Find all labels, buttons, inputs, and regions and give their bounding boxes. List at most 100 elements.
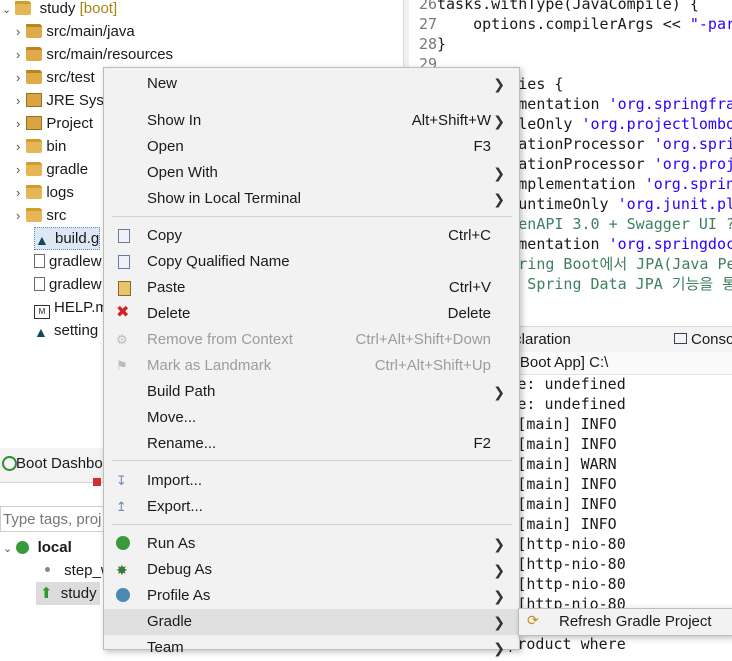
stop-icon[interactable] (93, 478, 101, 486)
code-string: 'org.sprin (645, 175, 732, 193)
menu-item-label: Remove from Context (147, 327, 293, 353)
explorer-item[interactable]: › gradle (16, 158, 88, 181)
menu-item-team[interactable]: Team❯ (104, 635, 519, 661)
explorer-item[interactable]: ›src/main/resources (16, 43, 173, 66)
menu-item-delete[interactable]: ✖DeleteDelete (104, 301, 519, 327)
paste-icon (118, 281, 131, 296)
menu-item-new[interactable]: New❯ (104, 71, 519, 97)
menu-item-export[interactable]: ↥Export... (104, 494, 519, 520)
explorer-item[interactable]: ›bin (16, 135, 66, 158)
chevron-right-icon[interactable]: › (16, 185, 20, 200)
menu-item-paste[interactable]: PasteCtrl+V (104, 275, 519, 301)
menu-item-profile-as[interactable]: Profile As❯ (104, 583, 519, 609)
menu-item-label: Open (147, 134, 184, 160)
code-line: 26tasks.withType(JavaCompile) { (409, 0, 699, 14)
explorer-item[interactable]: ›src (16, 204, 66, 227)
explorer-item[interactable]: ›src/main/java (16, 20, 135, 43)
boot-dashboard-title[interactable]: Boot Dashbo (16, 455, 103, 472)
chevron-right-icon: ❯ (493, 160, 505, 186)
spring-boot-icon (16, 541, 29, 554)
chevron-right-icon: ❯ (493, 557, 505, 583)
explorer-item[interactable]: ▲setting (34, 319, 98, 342)
explorer-item[interactable]: › Project (16, 112, 93, 135)
line-number: 28 (409, 34, 437, 54)
gradle-elephant-icon: ▲ (35, 230, 51, 244)
menu-item-remove-from-context[interactable]: ⚙Remove from ContextCtrl+Alt+Shift+Down (104, 327, 519, 353)
chevron-right-icon: ❯ (493, 531, 505, 557)
chevron-right-icon[interactable]: › (16, 24, 20, 39)
chevron-right-icon[interactable]: › (16, 47, 20, 62)
chevron-right-icon: ❯ (493, 186, 505, 212)
menu-item-import[interactable]: ↧Import... (104, 468, 519, 494)
gradle-elephant-icon: ▲ (34, 321, 50, 335)
folder-icon (26, 185, 42, 199)
profile-icon (116, 588, 130, 602)
explorer-item[interactable]: gradlew (34, 250, 102, 273)
menu-item-label: Team (147, 635, 184, 661)
chevron-right-icon[interactable]: › (16, 162, 20, 177)
menu-item-label: Import... (147, 468, 202, 494)
code-string: 'org.projectlombo (582, 115, 732, 133)
code-text: tasks.withType(JavaCompile) { (437, 0, 699, 13)
menu-item-rename[interactable]: Rename...F2 (104, 431, 519, 457)
explorer-item-label: gradlew (49, 276, 102, 293)
boot-local-node[interactable]: ⌄ local (3, 536, 72, 559)
line-number: 26 (409, 0, 437, 14)
chevron-right-icon[interactable]: › (16, 208, 20, 223)
tab-console[interactable]: Conso (674, 330, 732, 350)
chevron-right-icon[interactable]: › (16, 139, 20, 154)
menu-item-gradle[interactable]: Gradle❯ (104, 609, 519, 635)
local-label: local (38, 539, 72, 556)
chevron-right-icon[interactable]: › (16, 116, 20, 131)
refresh-gradle-project-item[interactable]: Refresh Gradle Project (559, 612, 712, 632)
explorer-item[interactable]: ▲build.g (34, 227, 100, 250)
menu-item-label: Gradle (147, 609, 192, 635)
boot-app-step[interactable]: step_w (45, 559, 112, 582)
menu-item-move[interactable]: Move... (104, 405, 519, 431)
menu-item-copy[interactable]: CopyCtrl+C (104, 223, 519, 249)
menu-item-label: Build Path (147, 379, 215, 405)
explorer-item-label: Project (46, 115, 93, 132)
menu-item-label: Export... (147, 494, 203, 520)
chevron-right-icon[interactable]: › (16, 70, 20, 85)
explorer-item-label: src/test (46, 69, 94, 86)
library-icon (26, 93, 42, 107)
root-tag: [boot] (80, 0, 118, 17)
chevron-down-icon[interactable]: ⌄ (3, 543, 12, 555)
chevron-right-icon[interactable]: › (16, 93, 20, 108)
chevron-down-icon[interactable]: ⌄ (2, 4, 11, 16)
menu-item-label: Paste (147, 275, 185, 301)
chevron-right-icon: ❯ (493, 379, 505, 405)
explorer-item[interactable]: MHELP.m (34, 296, 108, 319)
menu-item-show-in-local-terminal[interactable]: Show in Local Terminal❯ (104, 186, 519, 212)
boot-app-study[interactable]: ⬆ study (36, 582, 100, 605)
explorer-item[interactable]: ›JRE Sys (16, 89, 104, 112)
explorer-item-label: gradle (46, 161, 88, 178)
menu-item-debug-as[interactable]: ✸Debug As❯ (104, 557, 519, 583)
library-icon (26, 116, 42, 130)
boot-filter-input[interactable]: Type tags, proj (0, 506, 120, 532)
menu-item-label: Profile As (147, 583, 210, 609)
menu-item-mark-as-landmark[interactable]: ⚑Mark as LandmarkCtrl+Alt+Shift+Up (104, 353, 519, 379)
running-arrow-icon: ⬆ (40, 585, 53, 602)
menu-item-show-in[interactable]: Show InAlt+Shift+W❯ (104, 108, 519, 134)
menu-item-copy-qualified-name[interactable]: Copy Qualified Name (104, 249, 519, 275)
menu-item-build-path[interactable]: Build Path ❯ (104, 379, 519, 405)
menu-item-label: Rename... (147, 431, 216, 457)
menu-item-shortcut: Alt+Shift+W (412, 108, 491, 134)
code-string: 'org.springdoc (609, 235, 732, 253)
folder-icon (26, 162, 42, 176)
copy-icon (118, 229, 130, 243)
menu-separator (112, 524, 512, 525)
code-string: 'org.springfra (609, 95, 732, 113)
explorer-item[interactable]: ›logs (16, 181, 74, 204)
explorer-item[interactable]: › src/test (16, 66, 95, 89)
tree-root[interactable]: ⌄ study [boot] (2, 0, 117, 20)
spring-power-icon (2, 456, 17, 471)
menu-item-open-with[interactable]: Open With❯ (104, 160, 519, 186)
debug-icon: ✸ (116, 562, 132, 578)
menu-item-run-as[interactable]: Run As❯ (104, 531, 519, 557)
context-menu: New❯ Show InAlt+Shift+W❯OpenF3Open With❯S… (103, 67, 520, 650)
explorer-item[interactable]: gradlew (34, 273, 102, 296)
menu-item-open[interactable]: OpenF3 (104, 134, 519, 160)
